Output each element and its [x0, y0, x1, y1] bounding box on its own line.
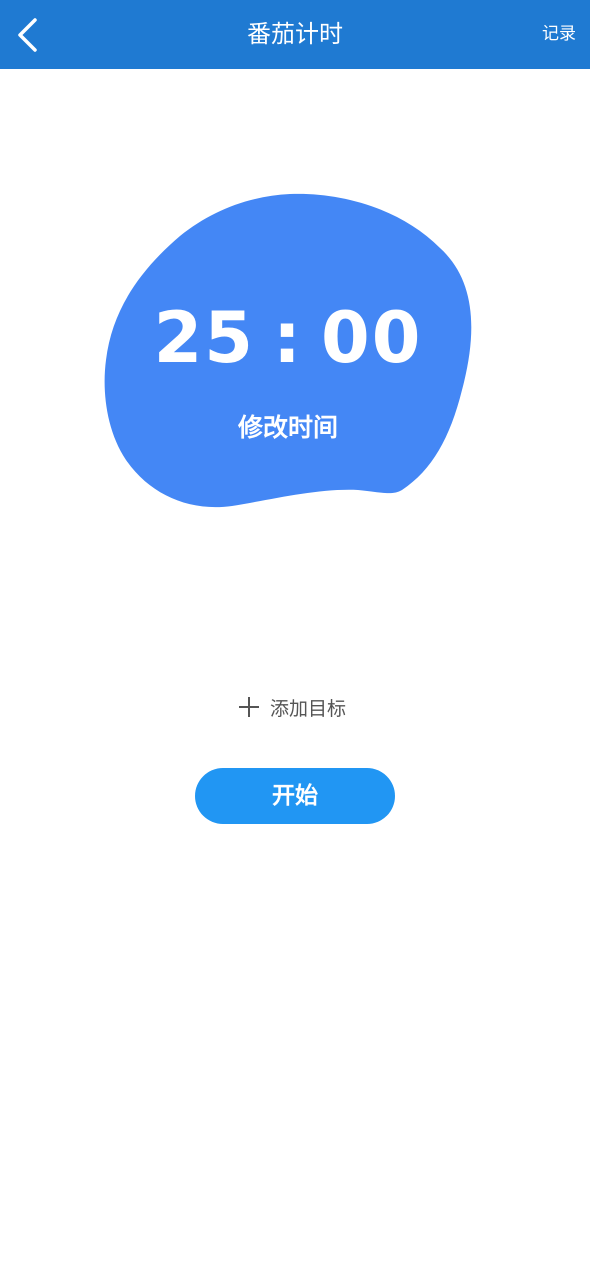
- header-bar: 番茄计时 记录: [0, 0, 590, 69]
- page-title: 番茄计时: [247, 20, 343, 48]
- add-goal-button[interactable]: 添加目标: [236, 690, 346, 724]
- start-button[interactable]: 开始: [195, 768, 395, 824]
- pomodoro-screen: 番茄计时 记录 25:00 修改时间 添加目标 开始: [0, 0, 590, 1280]
- chevron-left-icon: [18, 18, 37, 52]
- plus-icon: [239, 697, 259, 717]
- record-link[interactable]: 记录: [542, 0, 576, 69]
- timer-seconds: 00: [321, 297, 423, 379]
- edit-time-label[interactable]: 修改时间: [100, 408, 476, 448]
- timer-separator: :: [273, 297, 303, 379]
- timer-display: 25:00: [100, 298, 476, 378]
- timer-blob[interactable]: 25:00 修改时间: [100, 190, 476, 512]
- add-goal-label: 添加目标: [270, 697, 347, 720]
- back-button[interactable]: [8, 10, 52, 60]
- timer-minutes: 25: [153, 297, 255, 379]
